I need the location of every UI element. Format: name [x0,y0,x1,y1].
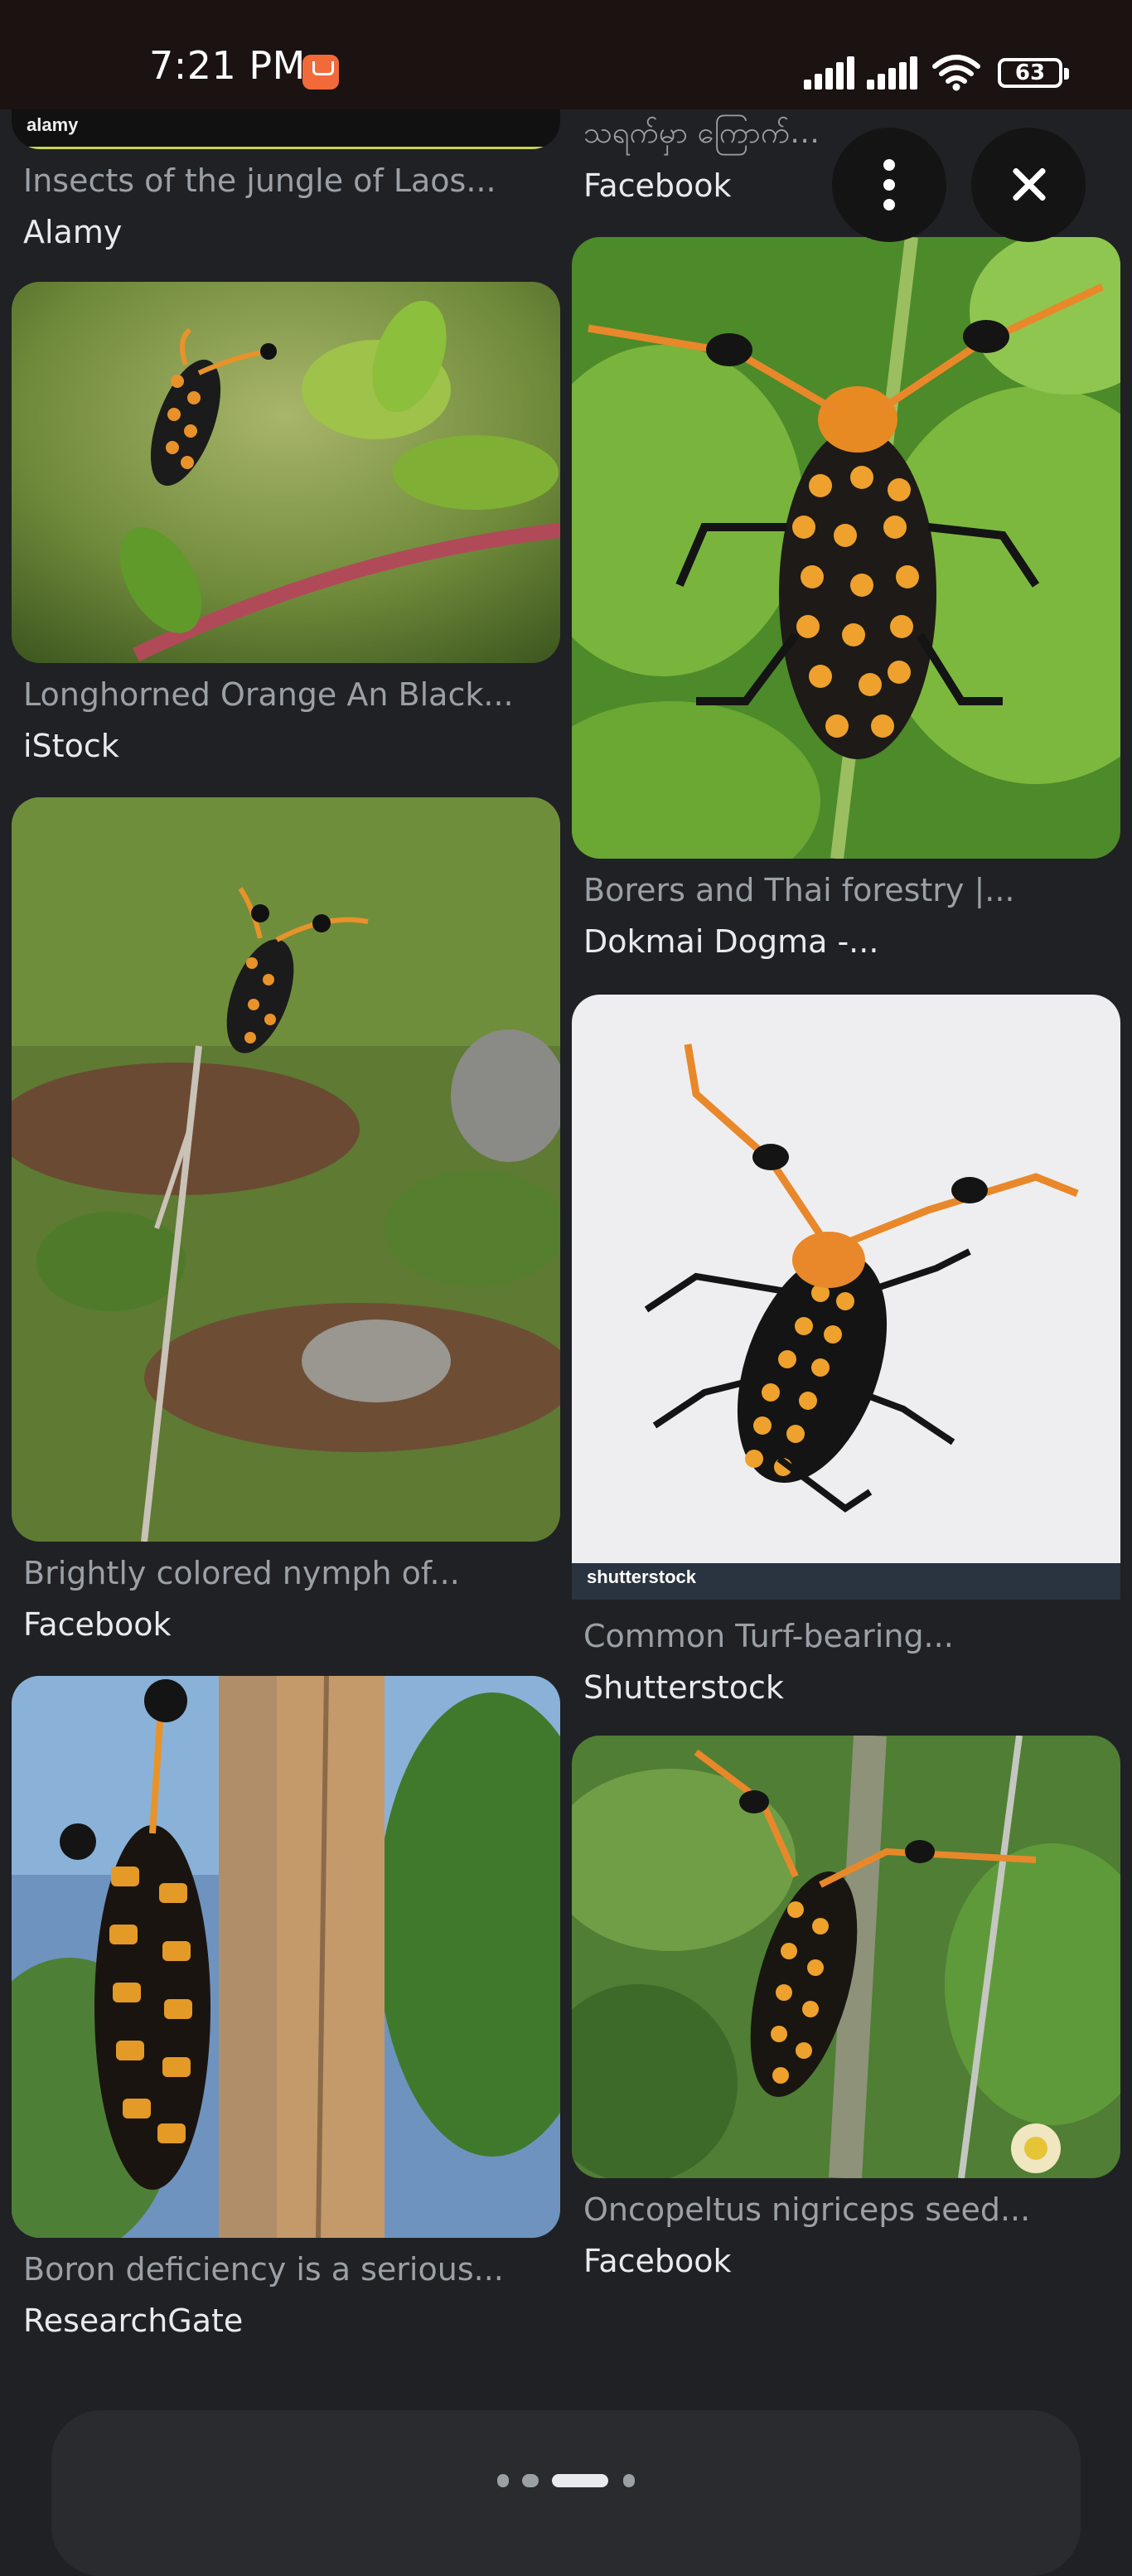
result-caption[interactable]: Insects of the jungle of Laos... [23,162,554,199]
status-time: 7:21 PM [149,43,306,88]
more-options-button[interactable] [832,128,946,242]
beetle-photo [572,237,1120,859]
result-caption[interactable]: Boron deficiency is a serious... [23,2251,554,2288]
beetle-photo [572,995,1120,1600]
status-bar: 7:21 PM 63 [0,0,1132,109]
result-image[interactable] [12,1676,560,2238]
signal-icon [867,56,920,90]
result-source[interactable]: Alamy [23,214,122,250]
result-caption[interactable]: Common Turf-bearing... [583,1618,1114,1654]
signal-icon [804,56,857,90]
result-image[interactable]: alamy [12,109,560,149]
result-caption[interactable]: Oncopeltus nigriceps seed... [583,2191,1114,2228]
result-source[interactable]: Facebook [23,1606,172,1643]
result-caption[interactable]: Brightly colored nymph of... [23,1555,554,1591]
beetle-photo [12,282,560,663]
notification-app-icon [302,55,339,90]
page-indicator [0,2470,1132,2495]
result-source[interactable]: Facebook [583,2243,732,2279]
result-source[interactable]: Facebook [583,167,732,204]
result-source[interactable]: Dokmai Dogma -... [583,923,878,960]
result-caption[interactable]: Borers and Thai forestry |... [583,872,1114,908]
result-card[interactable]: Brightly colored nymph of... Facebook [12,797,560,1643]
result-caption[interactable]: Longhorned Orange An Black... [23,676,554,713]
result-card[interactable]: Longhorned Orange An Black... iStock [12,282,560,771]
result-image[interactable] [12,797,560,1542]
battery-icon: 63 [998,58,1069,88]
result-card[interactable]: Borers and Thai forestry |... Dokmai Dog… [572,237,1120,966]
image-watermark: alamy [27,114,79,135]
result-card[interactable]: shutterstock Common Turf-bearing... Shut… [572,995,1120,1716]
result-source[interactable]: iStock [23,728,119,764]
image-watermark: shutterstock [587,1566,697,1587]
result-image[interactable] [572,1736,1120,2178]
result-image[interactable] [12,282,560,663]
wifi-icon [932,55,980,91]
result-source[interactable]: Shutterstock [583,1669,784,1706]
result-image[interactable] [572,237,1120,859]
result-card[interactable]: alamy Insects of the jungle of Laos... A… [12,109,560,259]
result-caption[interactable]: သရက်မှာ ကြောက်ရေတဲ့ ပင်စည်... [583,113,832,157]
beetle-photo [572,1736,1120,2178]
result-source[interactable]: ResearchGate [23,2302,243,2339]
result-card[interactable]: Boron deficiency is a serious... Researc… [12,1676,560,2339]
beetle-photo [12,797,560,1542]
beetle-photo [12,1676,560,2238]
result-card[interactable]: Oncopeltus nigriceps seed... Facebook [572,1736,1120,2291]
close-button[interactable] [971,128,1086,242]
result-image[interactable]: shutterstock [572,995,1120,1600]
